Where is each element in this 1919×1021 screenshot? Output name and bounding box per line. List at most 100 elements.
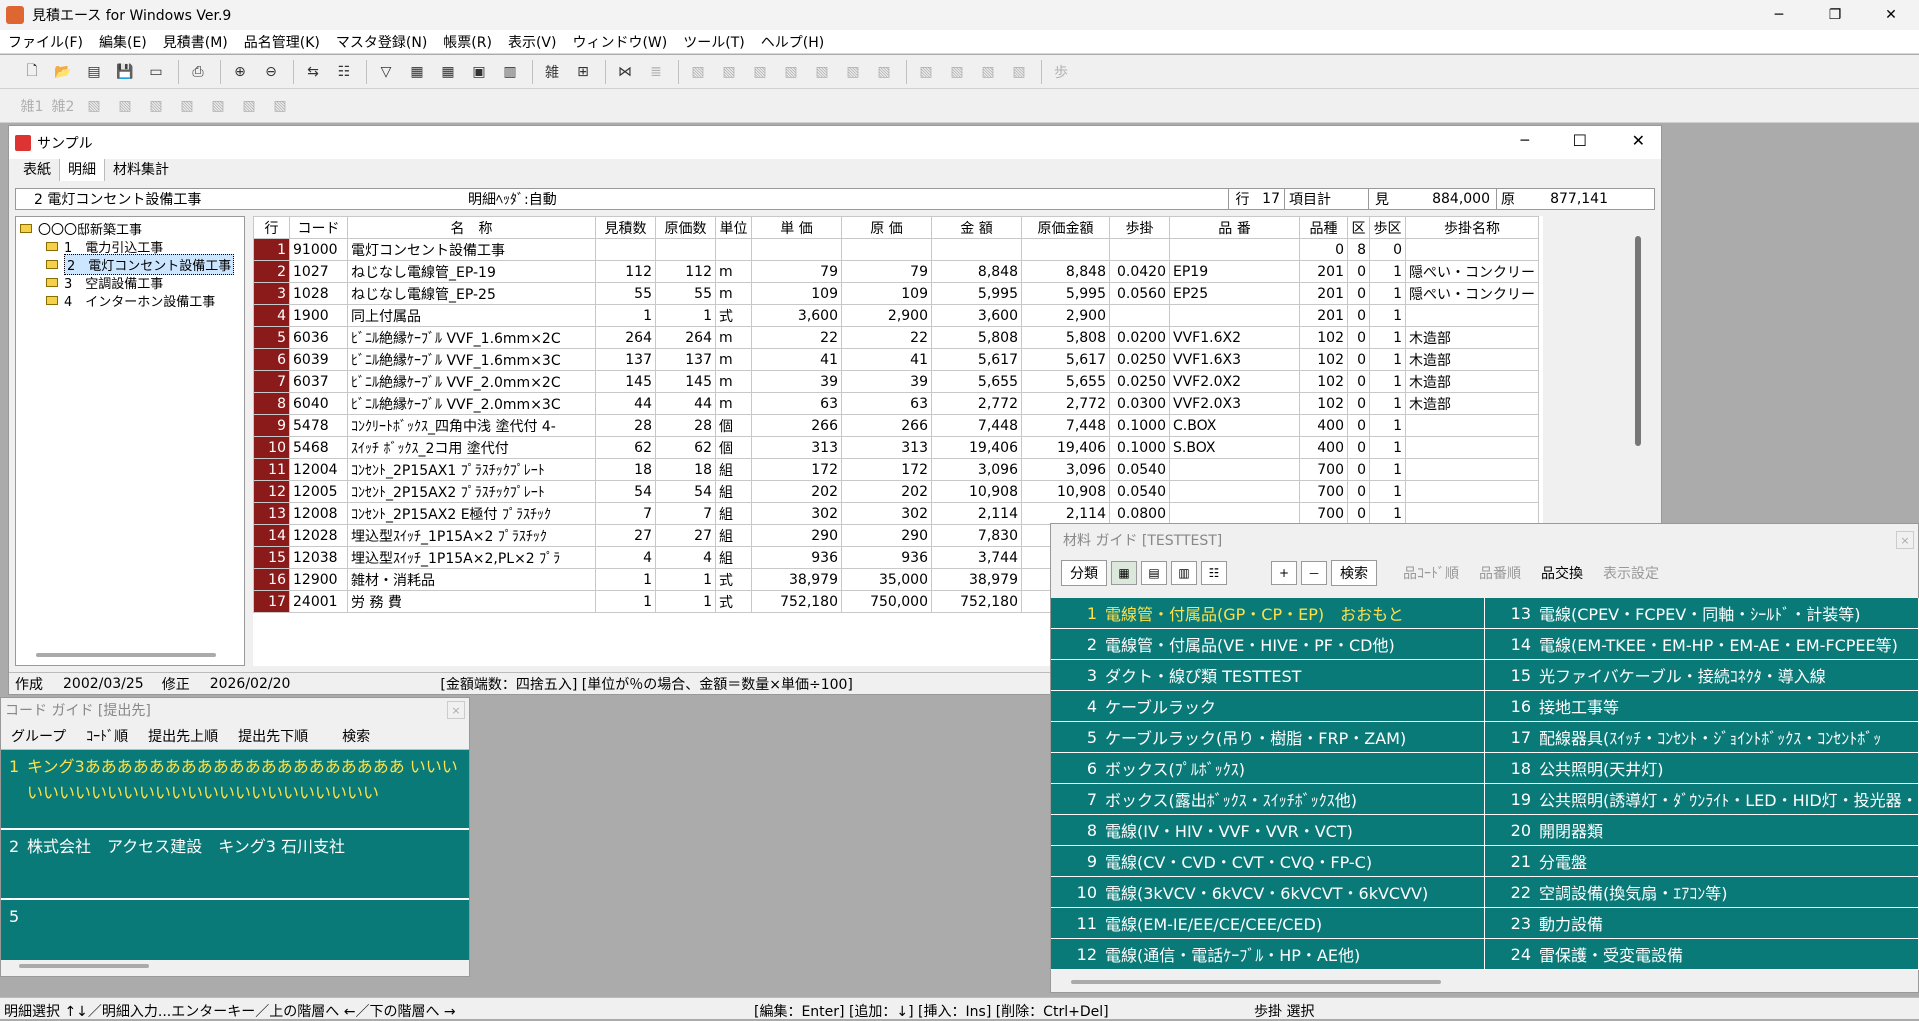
table-cell[interactable]: 3,096 [1021,458,1110,481]
table-cell[interactable] [1405,458,1539,481]
table-cell[interactable]: 12005 [289,480,348,503]
table-cell[interactable]: 埋込型ｽｲｯﾁ_1P15A×2 ﾌﾟﾗｽﾁｯｸ [347,524,596,547]
table-cell[interactable]: 5,995 [931,282,1022,305]
row-number-cell[interactable]: 10 [253,436,290,459]
tab-submit-desc[interactable]: 提出先下順 [228,726,318,746]
table-cell[interactable]: 1 [655,590,716,613]
table-cell[interactable] [1169,458,1300,481]
table-cell[interactable]: 7 [595,502,656,525]
table-cell[interactable]: 5,808 [1021,326,1110,349]
table-cell[interactable]: 102 [1299,370,1348,393]
table-cell[interactable]: 102 [1299,348,1348,371]
table-cell[interactable]: 54 [595,480,656,503]
table-cell[interactable]: 5,808 [931,326,1022,349]
table-cell[interactable]: C.BOX [1169,414,1300,437]
table-cell[interactable]: 1 [1369,458,1406,481]
table-cell[interactable]: 7,830 [931,524,1022,547]
table-cell[interactable]: 145 [655,370,716,393]
table-cell[interactable]: 290 [841,524,932,547]
table-cell[interactable]: 700 [1299,458,1348,481]
table-row[interactable]: 7 6037 ﾋﾞﾆﾙ絶縁ｹｰﾌﾞﾙ VVF_2.0mm×2C 145 145 m 39 39… [253,370,1539,393]
table-cell[interactable]: 12008 [289,502,348,525]
part-order-button[interactable]: 品番順 [1471,561,1529,585]
row-number-cell[interactable]: 13 [253,502,290,525]
table-cell[interactable]: 752,180 [931,590,1022,613]
table-cell[interactable]: 式 [715,568,752,591]
menu-file[interactable]: ファイル(F) [0,32,91,52]
category-item[interactable]: 12 電線(通信・電話ｹｰﾌﾞﾙ・HP・AE他) [1051,939,1485,970]
table-cell[interactable] [715,238,752,261]
grid-scrollbar[interactable] [1635,236,1641,446]
table-cell[interactable]: 1 [1369,282,1406,305]
table-cell[interactable]: 41 [841,348,932,371]
table-cell[interactable]: 0 [1347,326,1370,349]
column-header[interactable]: 単位 [715,216,752,239]
table-cell[interactable] [1169,238,1300,261]
table-cell[interactable]: EP19 [1169,260,1300,283]
table-cell[interactable]: 38,979 [751,568,842,591]
row-number-cell[interactable]: 12 [253,480,290,503]
table-cell[interactable]: 木造部 [1405,370,1539,393]
table-cell[interactable]: 0.0300 [1109,392,1170,415]
table-cell[interactable]: 0.0200 [1109,326,1170,349]
table-cell[interactable]: 700 [1299,480,1348,503]
table-cell[interactable]: m [715,348,752,371]
table-row[interactable]: 5 6036 ﾋﾞﾆﾙ絶縁ｹｰﾌﾞﾙ VVF_1.6mm×2C 264 264 m 22 22… [253,326,1539,349]
table-cell[interactable]: 201 [1299,282,1348,305]
table-cell[interactable]: ねじなし電線管_EP-19 [347,260,596,283]
row-number-cell[interactable]: 16 [253,568,290,591]
table-cell[interactable]: 10,908 [931,480,1022,503]
table-cell[interactable]: 5468 [289,436,348,459]
maximize-icon[interactable]: ❐ [1807,0,1863,30]
tab-group[interactable]: グループ [1,726,76,746]
table-cell[interactable]: ｺﾝｸﾘｰﾄﾎﾞｯｸｽ_四角中浅 塗代付 4- [347,414,596,437]
table-cell[interactable]: 木造部 [1405,326,1539,349]
table-cell[interactable] [1109,238,1170,261]
walk-icon[interactable]: 歩 [1047,59,1075,85]
category-item[interactable]: 19 公共照明(誘導灯・ﾀﾞｳﾝﾗｲﾄ・LED・HID灯・投光器・ [1485,784,1919,815]
table-cell[interactable]: 6039 [289,348,348,371]
material-guide-scrollbar[interactable] [1071,980,1441,984]
disabled-tool-icon[interactable]: ▧ [746,59,774,85]
table-cell[interactable]: 400 [1299,436,1348,459]
table-cell[interactable]: 102 [1299,326,1348,349]
swap-icon[interactable]: ⇆ [299,59,327,85]
table-cell[interactable]: 18 [595,458,656,481]
table-cell[interactable]: 0 [1347,282,1370,305]
table-cell[interactable]: 54 [655,480,716,503]
row-number-cell[interactable]: 7 [253,370,290,393]
tree-icon[interactable]: ☷ [330,59,358,85]
table-cell[interactable]: 0 [1347,392,1370,415]
category-item[interactable]: 22 空調設備(換気扇・ｴｱｺﾝ等) [1485,877,1919,908]
category-item[interactable]: 6 ボックス(ﾌﾟﾙﾎﾞｯｸｽ) [1051,753,1485,784]
table-row[interactable]: 9 5478 ｺﾝｸﾘｰﾄﾎﾞｯｸｽ_四角中浅 塗代付 4- 28 28 個 266 266 7… [253,414,1539,437]
table-cell[interactable]: 2,900 [1021,304,1110,327]
table-cell[interactable]: 0 [1347,370,1370,393]
table-cell[interactable]: 936 [751,546,842,569]
table-cell[interactable]: 266 [751,414,842,437]
table-cell[interactable]: ｺﾝｾﾝﾄ_2P15AX2 ﾌﾟﾗｽﾁｯｸﾌﾟﾚｰﾄ [347,480,596,503]
tree-root[interactable]: 〇〇〇邸新築工事 [16,219,244,238]
table-cell[interactable]: ﾋﾞﾆﾙ絶縁ｹｰﾌﾞﾙ VVF_2.0mm×2C [347,370,596,393]
table-cell[interactable] [655,238,716,261]
table-cell[interactable]: 35,000 [841,568,932,591]
table-cell[interactable]: 0.0800 [1109,502,1170,525]
table-cell[interactable]: 0 [1369,238,1406,261]
table-cell[interactable]: 1 [655,568,716,591]
search-button[interactable]: 検索 [332,726,380,746]
disabled-tool-icon[interactable]: ▧ [204,93,232,119]
table-cell[interactable]: 62 [595,436,656,459]
zoom-out-icon[interactable]: ⊖ [257,59,285,85]
tree-item-selected[interactable]: 2 電灯コンセント設備工事 [16,253,244,275]
table-cell[interactable]: 2,114 [931,502,1022,525]
table-cell[interactable]: 1 [1369,260,1406,283]
table-cell[interactable]: 1 [595,304,656,327]
table-row[interactable]: 10 5468 ｽｲｯﾁ ﾎﾞｯｸｽ_2コ用 塗代付 62 62 個 313 313 19,40… [253,436,1539,459]
table-cell[interactable]: 44 [595,392,656,415]
table-cell[interactable]: 1 [1369,326,1406,349]
code-order-button[interactable]: 品ｺｰﾄﾞ順 [1395,561,1467,585]
table-cell[interactable]: 4 [595,546,656,569]
table-cell[interactable]: 0 [1347,458,1370,481]
table-cell[interactable]: 3,600 [751,304,842,327]
stack-icon[interactable]: ≣ [642,59,670,85]
